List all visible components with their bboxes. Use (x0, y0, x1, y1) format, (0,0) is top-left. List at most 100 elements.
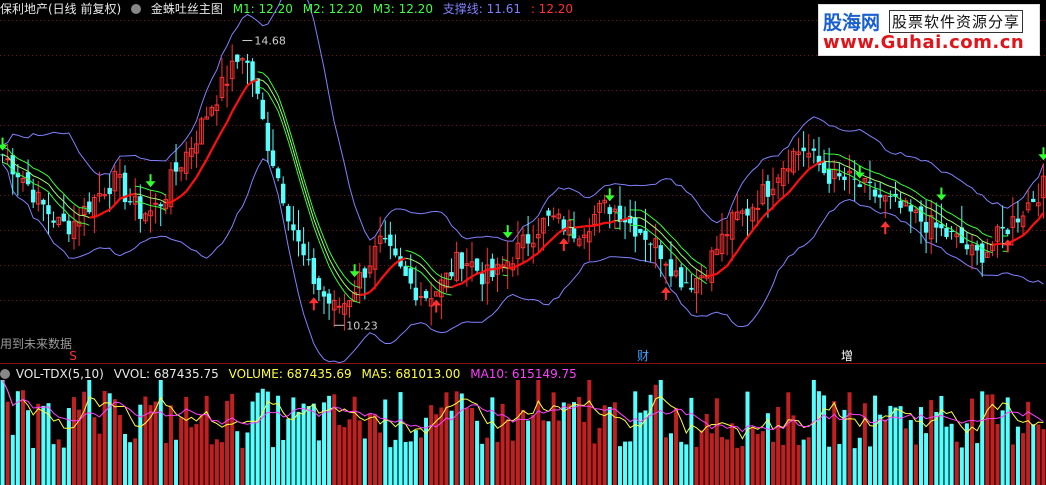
candle-body (270, 150, 276, 167)
silk-segment (384, 267, 392, 275)
candle-body (449, 272, 454, 277)
silk-segment (512, 264, 519, 269)
silk-segment (660, 232, 667, 239)
candle-body (908, 205, 913, 212)
sell-arrow-icon (502, 225, 513, 239)
indicator-name[interactable]: 金蛛吐丝主图 (151, 2, 223, 16)
silk-segment (691, 257, 697, 262)
candle-body (413, 287, 419, 301)
candle-body (265, 122, 271, 151)
silk-segment (517, 262, 524, 267)
volume-settings-icon[interactable] (0, 369, 10, 379)
silk-segment (849, 174, 855, 179)
candle-body (66, 220, 72, 235)
volume-bar (301, 403, 306, 485)
candle-body (311, 257, 316, 284)
volume-bar (975, 443, 980, 485)
candle-body (1005, 229, 1010, 235)
candle-body (923, 221, 929, 233)
silk-segment (578, 225, 585, 229)
volume-bar (92, 417, 97, 485)
indicator-settings-icon[interactable] (131, 4, 142, 14)
support-line-value: 支撑线: 11.61 (442, 2, 521, 16)
volume-bar (878, 414, 883, 485)
silk-segment (736, 242, 744, 253)
silk-segment (869, 169, 876, 174)
volume-bar (944, 426, 949, 485)
silk-segment (1017, 234, 1024, 240)
silk-segment (150, 197, 156, 200)
silk-segment (89, 215, 95, 219)
volume-bar (668, 433, 673, 485)
silk-segment (446, 278, 452, 281)
volume-bar (536, 380, 541, 485)
silk-segment (599, 221, 605, 226)
silk-segment (313, 226, 320, 241)
volume-bar (168, 405, 173, 485)
silk-segment (645, 219, 651, 225)
volume-bar (526, 420, 531, 485)
silk-segment (640, 217, 646, 221)
silk-segment (267, 84, 274, 95)
volume-bar (480, 443, 485, 485)
volume-bar (281, 439, 286, 485)
silk-segment (430, 268, 437, 274)
candle-body (87, 201, 92, 213)
silk-segment (58, 204, 65, 210)
volume-bar (418, 437, 423, 485)
silk-segment (792, 179, 800, 188)
silk-segment (338, 276, 345, 285)
candle-body (745, 208, 750, 216)
silk-segment (542, 241, 550, 249)
volume-bar (373, 414, 378, 485)
buy-arrow-icon (660, 286, 671, 300)
volume-bar (725, 439, 730, 485)
candle-body (689, 287, 694, 290)
volume-bar (791, 415, 796, 485)
silk-segment (971, 241, 978, 245)
silk-segment (257, 71, 263, 74)
volume-bar (1021, 433, 1026, 485)
stock-name[interactable]: 保利地产(日线 前复权) (0, 2, 121, 16)
silk-segment (869, 177, 876, 181)
volume-bar (924, 433, 929, 485)
silk-segment (369, 286, 376, 293)
volume-bar (454, 391, 459, 485)
volume-bar (276, 395, 281, 485)
silk-segment (22, 160, 29, 165)
candle-body (286, 206, 291, 222)
volume-bar (862, 403, 867, 485)
volume-bar (531, 414, 536, 485)
volume-bar (745, 391, 750, 485)
logo-url: www.Guhai.com.cn (823, 32, 1025, 53)
candle-body (867, 181, 873, 184)
silk-segment (93, 213, 100, 218)
silk-segment (895, 187, 901, 193)
volume-bar (719, 437, 724, 485)
candle-body (316, 278, 322, 290)
silk-segment (379, 273, 387, 281)
silk-segment (389, 262, 397, 269)
volume-bar (357, 420, 362, 485)
silk-segment (481, 268, 488, 274)
volume-bar (393, 439, 398, 485)
volume-bar (913, 444, 918, 485)
silk-segment (32, 175, 39, 179)
silk-segment (951, 213, 957, 218)
volume-bar (546, 421, 551, 485)
candle-body (30, 189, 36, 203)
vol-indicator-name[interactable]: VOL-TDX(5,10) (16, 367, 104, 381)
candle-body (607, 207, 612, 215)
candle-body (658, 245, 663, 260)
silk-segment (420, 256, 427, 263)
m1-value: M1: 12.20 (232, 2, 293, 16)
volume-bar (112, 399, 117, 485)
silk-segment (190, 176, 198, 186)
silk-segment (941, 214, 947, 220)
candle-body (245, 60, 250, 63)
silk-segment (716, 268, 723, 275)
volume-bar (929, 400, 934, 485)
silk-segment (349, 289, 355, 295)
volume-bar (316, 440, 321, 485)
volume-bar (832, 401, 837, 485)
